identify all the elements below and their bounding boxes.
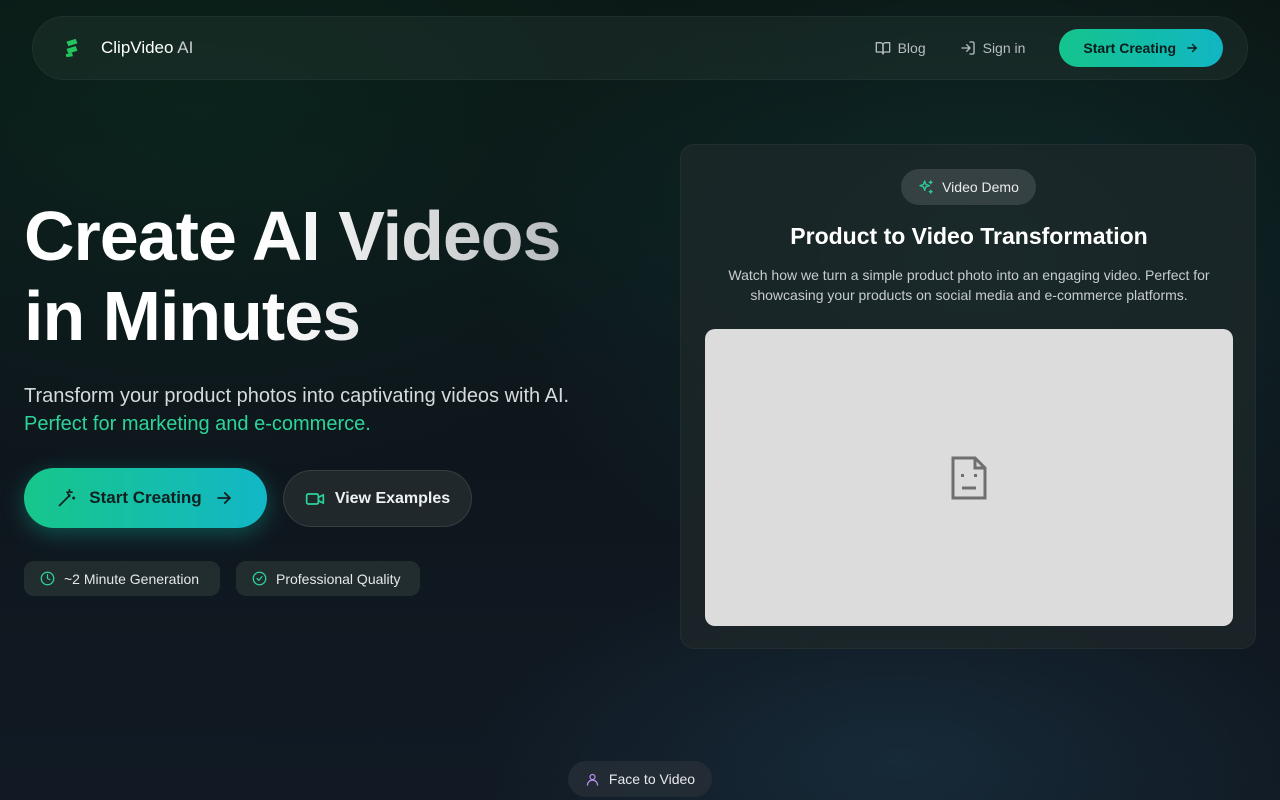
broken-media-icon [951,456,987,499]
top-navbar: ClipVideo AI Blog Sign in Start Creating [32,16,1248,80]
book-icon [875,42,890,55]
feature-badge-quality: Professional Quality [236,561,420,596]
feature-quality-label: Professional Quality [276,570,401,587]
view-examples-label: View Examples [334,489,451,507]
view-examples-button[interactable]: View Examples [283,470,472,527]
sign-in-icon [960,41,975,55]
user-icon [586,773,599,786]
video-demo-card: Video Demo Product to Video Transformati… [680,144,1256,649]
video-demo-badge: Video Demo [901,169,1036,205]
hero-subtitle-text: Transform your product photos into capti… [24,385,570,407]
nav-link-blog[interactable]: Blog [875,40,926,56]
nav-start-creating-button[interactable]: Start Creating [1059,29,1223,67]
face-to-video-label: Face to Video [608,771,696,787]
nav-link-signin[interactable]: Sign in [960,40,1026,56]
hero-title: Create AI Videos in Minutes [24,196,560,356]
clipvideo-logo-icon [65,38,78,58]
demo-description: Watch how we turn a simple product photo… [728,267,1210,303]
hero-subtitle-highlight: Perfect for marketing and e-commerce. [24,413,371,435]
hero-title-line1: Create AI Videos [24,197,561,275]
nav-right: Blog Sign in Start Creating [875,29,1223,67]
face-to-video-pill[interactable]: Face to Video [568,761,712,797]
video-demo-badge-label: Video Demo [942,179,1019,195]
sparkles-icon [919,180,933,194]
hero-subtitle: Transform your product photos into capti… [24,382,569,438]
feature-generation-label: ~2 Minute Generation [64,570,200,587]
signin-label: Sign in [982,40,1026,56]
demo-video-player[interactable] [705,329,1233,626]
arrow-right-icon [1187,43,1197,53]
arrow-right-icon [216,492,231,504]
feature-badge-generation: ~2 Minute Generation [24,561,220,596]
blog-label: Blog [897,40,926,56]
check-circle-icon [252,571,267,586]
brand[interactable]: ClipVideo AI [61,37,193,59]
nav-cta-label: Start Creating [1083,40,1176,56]
video-camera-icon [305,492,324,505]
start-creating-button[interactable]: Start Creating [24,468,267,528]
magic-wand-icon [58,488,76,507]
clock-icon [40,571,55,586]
start-creating-label: Start Creating [89,488,202,507]
demo-title: Product to Video Transformation [790,223,1148,249]
hero-title-line2: in Minutes [24,277,361,355]
brand-name: ClipVideo AI [101,38,194,57]
